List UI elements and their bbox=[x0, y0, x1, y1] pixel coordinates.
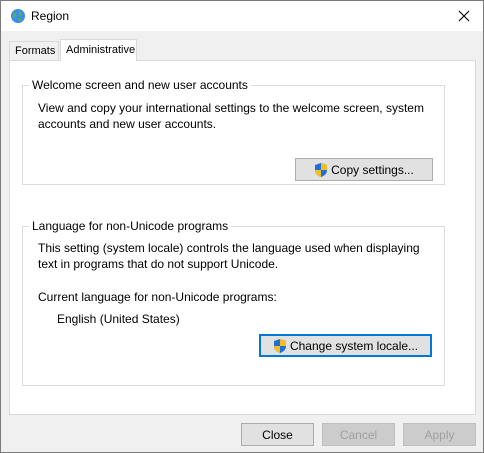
unicode-description-line1: This setting (system locale) controls th… bbox=[38, 241, 420, 255]
title-bar[interactable]: Region bbox=[1, 1, 483, 31]
welcome-screen-group: Welcome screen and new user accounts Vie… bbox=[22, 78, 445, 185]
non-unicode-group-legend: Language for non-Unicode programs bbox=[29, 219, 232, 233]
globe-icon bbox=[10, 8, 26, 24]
window-title: Region bbox=[31, 9, 70, 23]
welcome-description-line2: accounts and new user accounts. bbox=[38, 117, 217, 131]
close-button[interactable]: Close bbox=[241, 423, 314, 446]
current-language-value: English (United States) bbox=[57, 312, 180, 326]
copy-settings-label: Copy settings... bbox=[331, 162, 414, 177]
apply-button[interactable]: Apply bbox=[403, 423, 476, 446]
copy-settings-button[interactable]: Copy settings... bbox=[295, 158, 433, 181]
tab-formats[interactable]: Formats bbox=[9, 41, 59, 61]
uac-shield-icon bbox=[273, 338, 287, 354]
close-icon[interactable] bbox=[449, 4, 479, 28]
cancel-button[interactable]: Cancel bbox=[322, 423, 395, 446]
region-dialog: Region Formats Administrative Welcome sc… bbox=[0, 0, 484, 453]
tab-administrative[interactable]: Administrative bbox=[60, 39, 137, 61]
current-language-label: Current language for non-Unicode program… bbox=[38, 290, 277, 304]
administrative-panel: Welcome screen and new user accounts Vie… bbox=[9, 60, 476, 415]
welcome-description-line1: View and copy your international setting… bbox=[38, 101, 424, 115]
welcome-group-legend: Welcome screen and new user accounts bbox=[29, 78, 251, 92]
unicode-description-line2: text in programs that do not support Uni… bbox=[38, 257, 279, 271]
uac-shield-icon bbox=[314, 162, 328, 178]
non-unicode-group: Language for non-Unicode programs This s… bbox=[22, 219, 445, 386]
change-system-locale-label: Change system locale... bbox=[289, 338, 419, 353]
change-system-locale-button[interactable]: Change system locale... bbox=[259, 334, 432, 357]
